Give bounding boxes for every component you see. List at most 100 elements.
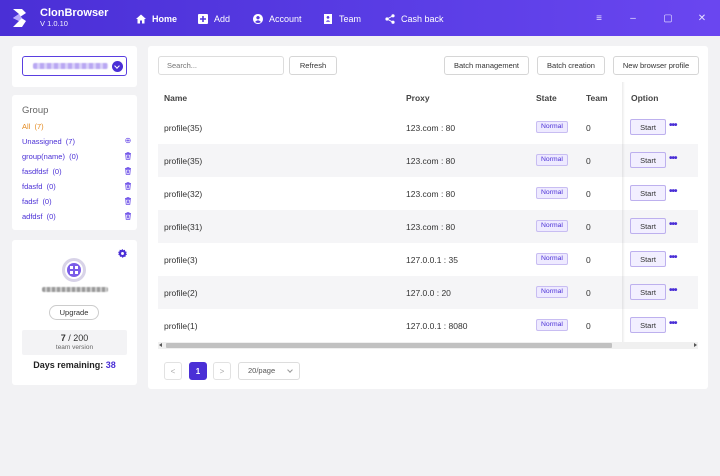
more-options-icon[interactable]: ••• — [669, 286, 677, 296]
table-row[interactable]: profile(35) 123.com : 80 Normal 0 Start … — [158, 144, 698, 177]
profile-proxy: 123.com : 80 — [406, 222, 456, 232]
status-badge: Normal — [536, 187, 568, 199]
profile-dropdown[interactable] — [22, 56, 127, 76]
start-button[interactable]: Start — [630, 317, 666, 333]
horizontal-scrollbar[interactable] — [158, 342, 698, 349]
group-name: fasdfdsf — [22, 166, 49, 176]
trash-icon[interactable] — [124, 167, 132, 175]
usage-box: 7 / 200 team version — [22, 330, 127, 355]
profile-name: profile(35) — [164, 123, 203, 133]
share-icon — [385, 13, 395, 24]
add-square-icon — [198, 13, 208, 24]
group-name: All — [22, 121, 31, 131]
start-button[interactable]: Start — [630, 185, 666, 201]
profile-team: 0 — [586, 255, 591, 265]
profile-proxy: 123.com : 80 — [406, 189, 456, 199]
trash-icon[interactable] — [124, 182, 132, 190]
trash-icon[interactable] — [124, 212, 132, 220]
profile-proxy: 127.0.0.1 : 8080 — [406, 321, 468, 331]
chevron-down-icon — [112, 61, 123, 72]
more-options-icon[interactable]: ••• — [669, 220, 677, 230]
page-number-current[interactable]: 1 — [189, 362, 207, 380]
home-icon — [136, 14, 146, 23]
profiles-limit: 200 — [73, 333, 89, 343]
status-badge: Normal — [536, 121, 568, 133]
start-button[interactable]: Start — [630, 119, 666, 135]
days-remaining: Days remaining: 38 — [12, 360, 137, 370]
batch-management-button[interactable]: Batch management — [444, 56, 529, 75]
table-row[interactable]: profile(35) 123.com : 80 Normal 0 Start … — [158, 111, 698, 144]
close-icon[interactable]: ✕ — [696, 12, 708, 24]
clonbrowser-logo-icon — [13, 9, 26, 27]
search-input[interactable] — [158, 56, 284, 75]
table-row[interactable]: profile(1) 127.0.0.1 : 8080 Normal 0 Sta… — [158, 309, 698, 342]
days-value: 38 — [105, 360, 116, 370]
batch-creation-button[interactable]: Batch creation — [537, 56, 605, 75]
column-header-proxy[interactable]: Proxy — [406, 93, 430, 103]
group-item[interactable]: fadsf (0) — [22, 195, 132, 207]
group-item-all[interactable]: All (7) — [22, 120, 132, 132]
refresh-button[interactable]: Refresh — [289, 56, 337, 75]
more-options-icon[interactable]: ••• — [669, 154, 677, 164]
avatar-grid-icon — [67, 263, 81, 277]
new-browser-profile-button[interactable]: New browser profile — [613, 56, 699, 75]
nav-team[interactable]: Team — [323, 12, 361, 25]
upgrade-button[interactable]: Upgrade — [49, 305, 99, 320]
nav-add[interactable]: Add — [198, 12, 230, 25]
group-name: adfdsf — [22, 211, 43, 221]
profile-proxy: 127.0.0 : 20 — [406, 288, 451, 298]
column-header-team[interactable]: Team — [586, 93, 608, 103]
profile-proxy: 123.com : 80 — [406, 156, 456, 166]
table-row[interactable]: profile(2) 127.0.0 : 20 Normal 0 Start •… — [158, 276, 698, 309]
maximize-icon[interactable]: ▢ — [662, 12, 674, 24]
next-page-button[interactable]: > — [213, 362, 231, 380]
column-header-name[interactable]: Name — [164, 93, 187, 103]
scrollbar-thumb[interactable] — [166, 343, 612, 348]
profile-list-panel: Refresh Batch management Batch creation … — [148, 46, 708, 389]
gear-icon[interactable] — [118, 249, 127, 258]
more-options-icon[interactable]: ••• — [669, 319, 677, 329]
avatar[interactable] — [62, 258, 86, 282]
scroll-left-icon[interactable] — [159, 343, 162, 347]
nav-cash-back[interactable]: Cash back — [385, 12, 444, 25]
profile-name: profile(35) — [164, 156, 203, 166]
page-size-select[interactable]: 20/page — [238, 362, 300, 380]
nav-home-label: Home — [152, 13, 178, 24]
nav-account[interactable]: Account — [253, 12, 302, 25]
group-count: (7) — [65, 136, 75, 146]
top-bar: ClonBrowser V 1.0.10 Home Add Account Te… — [0, 0, 720, 36]
more-options-icon[interactable]: ••• — [669, 253, 677, 263]
table-row[interactable]: profile(31) 123.com : 80 Normal 0 Start … — [158, 210, 698, 243]
group-item[interactable]: adfdsf (0) — [22, 210, 132, 222]
status-badge: Normal — [536, 319, 568, 331]
menu-icon[interactable]: ≡ — [593, 12, 605, 24]
minimize-icon[interactable]: – — [627, 12, 639, 24]
trash-icon[interactable] — [124, 197, 132, 205]
start-button[interactable]: Start — [630, 152, 666, 168]
nav-add-label: Add — [214, 13, 231, 24]
trash-icon[interactable] — [124, 152, 132, 160]
column-header-state[interactable]: State — [536, 93, 557, 103]
start-button[interactable]: Start — [630, 284, 666, 300]
group-item[interactable]: group(name) (0) — [22, 150, 132, 162]
account-panel: Upgrade 7 / 200 team version Days remain… — [12, 240, 137, 385]
app-version: V 1.0.10 — [40, 19, 68, 28]
scroll-right-icon[interactable] — [694, 343, 697, 347]
group-name: Unassigned — [22, 136, 62, 146]
more-options-icon[interactable]: ••• — [669, 121, 677, 131]
group-item[interactable]: fasdfdsf (0) — [22, 165, 132, 177]
prev-page-button[interactable]: < — [164, 362, 182, 380]
nav-home[interactable]: Home — [136, 12, 177, 25]
group-item-unassigned[interactable]: Unassigned (7) ⊕ — [22, 135, 132, 147]
start-button[interactable]: Start — [630, 218, 666, 234]
profile-name: profile(32) — [164, 189, 203, 199]
profile-team: 0 — [586, 156, 591, 166]
start-button[interactable]: Start — [630, 251, 666, 267]
column-header-option[interactable]: Option — [631, 93, 658, 103]
add-circle-icon[interactable]: ⊕ — [124, 137, 132, 145]
table-row[interactable]: profile(32) 123.com : 80 Normal 0 Start … — [158, 177, 698, 210]
more-options-icon[interactable]: ••• — [669, 187, 677, 197]
group-item[interactable]: fdasfd (0) — [22, 180, 132, 192]
table-row[interactable]: profile(3) 127.0.0.1 : 35 Normal 0 Start… — [158, 243, 698, 276]
plan-name: team version — [55, 344, 94, 351]
